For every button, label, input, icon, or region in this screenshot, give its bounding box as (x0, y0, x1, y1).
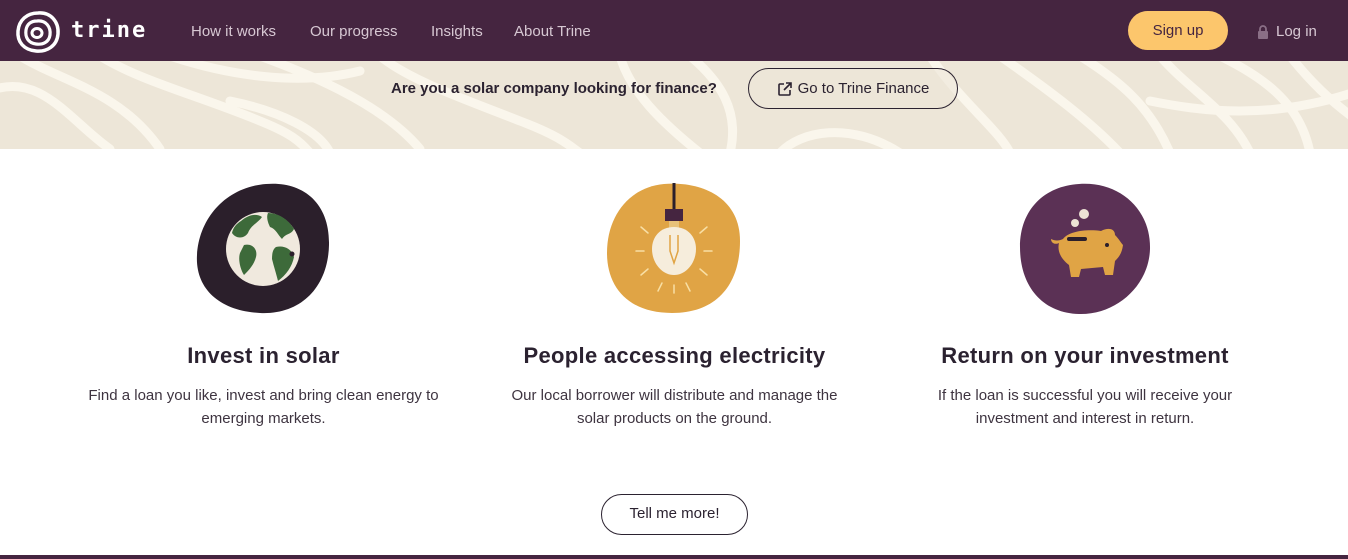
feature-desc-invest-in-solar: Find a loan you like, invest and bring c… (60, 384, 467, 430)
log-in-label: Log in (1276, 23, 1317, 40)
feature-desc-line: Find a loan you like, invest and bring c… (88, 387, 439, 404)
solar-company-question: Are you a solar company looking for fina… (391, 80, 717, 97)
nav-link-about-trine[interactable]: About Trine (514, 23, 591, 40)
globe-icon (196, 183, 330, 314)
logo-wordmark[interactable]: trine (71, 18, 147, 43)
feature-desc-line: emerging markets. (201, 410, 326, 427)
nav-link-insights[interactable]: Insights (431, 23, 483, 40)
go-to-trine-finance-button[interactable]: Go to Trine Finance (748, 68, 958, 109)
external-link-icon (777, 81, 792, 96)
feature-desc-line: Our local borrower will distribute and m… (511, 387, 838, 404)
lightbulb-icon (607, 183, 740, 313)
nav-link-our-progress[interactable]: Our progress (310, 23, 398, 40)
nav-link-how-it-works[interactable]: How it works (191, 23, 276, 40)
feature-desc-line: solar products on the ground. (576, 410, 773, 427)
feature-desc-line: If the loan is successful you will recei… (937, 387, 1233, 404)
feature-title-return-on-investment: Return on your investment (941, 343, 1229, 368)
feature-title-people-accessing-electricity: People accessing electricity (523, 343, 826, 368)
tell-me-more-button[interactable]: Tell me more! (601, 494, 748, 535)
log-in-link[interactable]: Log in (1257, 23, 1317, 40)
piggy-bank-icon (1020, 183, 1151, 315)
feature-desc-line: investment and interest in return. (975, 410, 1195, 427)
go-to-trine-finance-label: Go to Trine Finance (797, 80, 930, 97)
sign-up-button[interactable]: Sign up (1128, 11, 1228, 50)
banner-wave-pattern (0, 61, 1348, 149)
feature-title-invest-in-solar: Invest in solar (187, 343, 340, 368)
footer-divider (0, 555, 1348, 559)
trine-logo-icon[interactable] (15, 10, 61, 54)
top-navbar: trine How it works Our progress Insights… (0, 0, 1348, 61)
feature-desc-return-on-investment: If the loan is successful you will recei… (910, 384, 1260, 430)
finance-banner: Are you a solar company looking for fina… (0, 61, 1348, 149)
lock-icon (1258, 24, 1268, 39)
feature-desc-people-accessing-electricity: Our local borrower will distribute and m… (480, 384, 869, 430)
